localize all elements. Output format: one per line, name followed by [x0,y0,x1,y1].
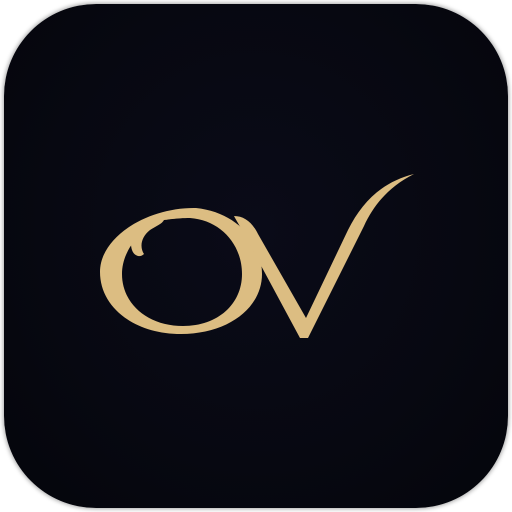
app-icon[interactable] [4,4,508,508]
logo-letter-o [100,207,262,334]
logo-letter-v [234,174,414,338]
ov-logo [100,174,414,338]
